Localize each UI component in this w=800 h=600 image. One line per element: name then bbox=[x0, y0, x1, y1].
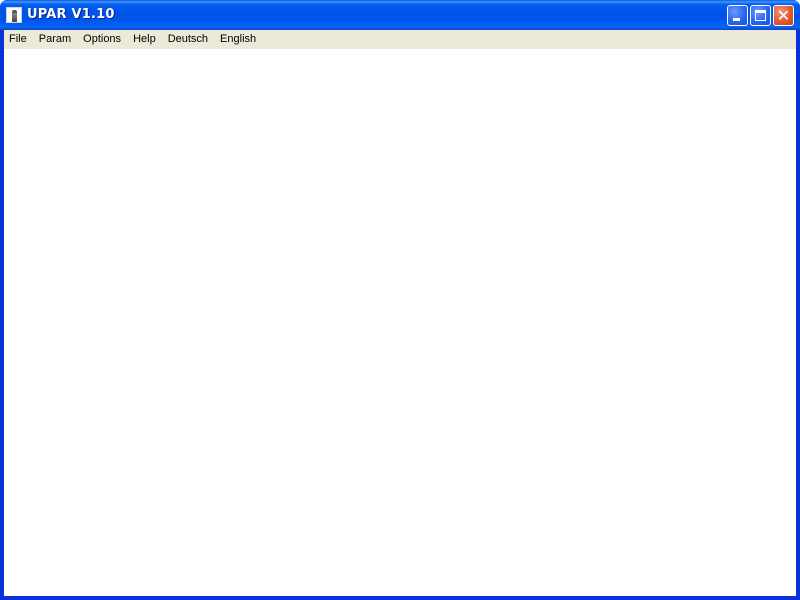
minimize-icon bbox=[733, 18, 740, 21]
figure-glyph bbox=[12, 10, 17, 22]
window-title: UPAR V1.10 bbox=[27, 7, 115, 22]
menu-bar: File Param Options Help Deutsch English bbox=[4, 30, 796, 49]
menu-deutsch[interactable]: Deutsch bbox=[162, 30, 214, 49]
maximize-button[interactable] bbox=[750, 5, 771, 26]
application-window: UPAR V1.10 ✕ File Param Options Help Deu… bbox=[0, 0, 800, 600]
close-icon: ✕ bbox=[776, 6, 791, 25]
maximize-icon bbox=[755, 10, 766, 21]
menu-param[interactable]: Param bbox=[33, 30, 77, 49]
menu-help[interactable]: Help bbox=[127, 30, 162, 49]
client-area bbox=[4, 49, 796, 596]
menu-options[interactable]: Options bbox=[77, 30, 127, 49]
java-app-icon[interactable] bbox=[6, 7, 22, 23]
menu-english[interactable]: English bbox=[214, 30, 262, 49]
menu-file[interactable]: File bbox=[4, 30, 33, 49]
close-button[interactable]: ✕ bbox=[773, 5, 794, 26]
minimize-button[interactable] bbox=[727, 5, 748, 26]
title-bar[interactable]: UPAR V1.10 ✕ bbox=[0, 0, 800, 30]
